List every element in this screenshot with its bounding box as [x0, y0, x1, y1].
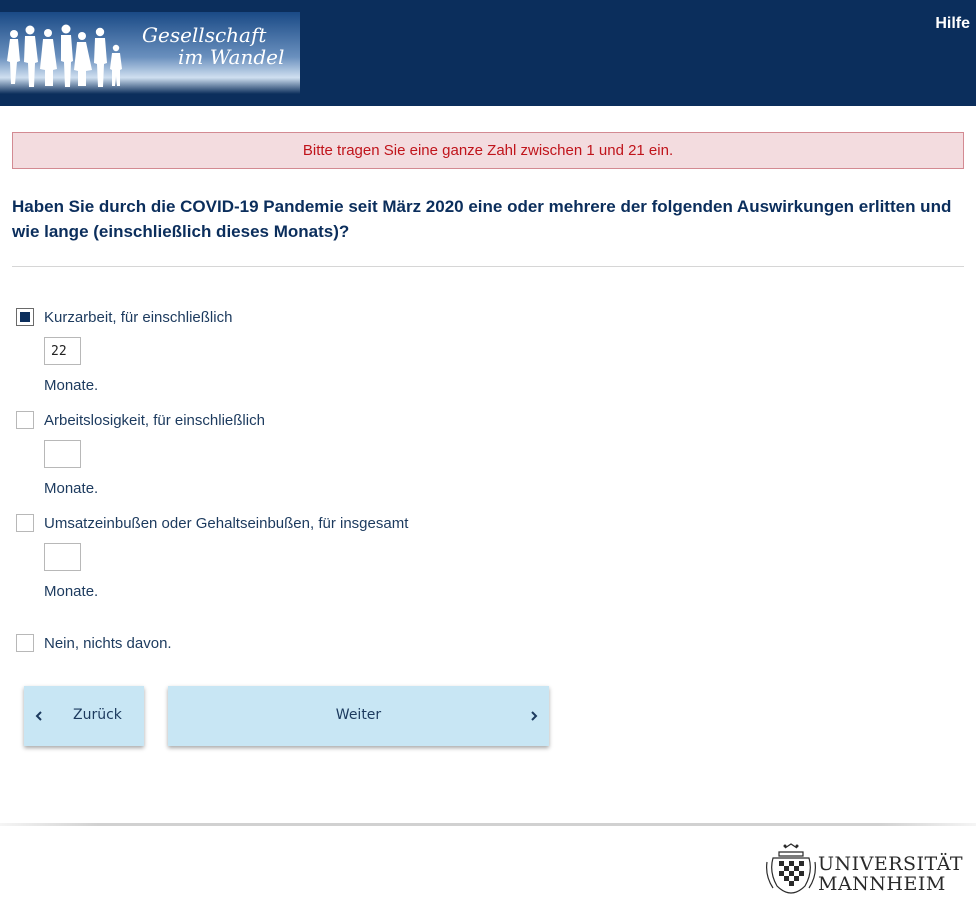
checkbox-kurzarbeit[interactable] — [16, 308, 34, 326]
help-link[interactable]: Hilfe — [935, 15, 970, 33]
chevron-right-icon — [531, 711, 538, 721]
chevron-left-icon — [35, 711, 42, 721]
gesellschaft-im-wandel-logo: Gesellschaft im Wandel — [0, 12, 300, 94]
option-label[interactable]: Umsatzeinbußen oder Gehaltseinbußen, für… — [44, 515, 408, 532]
people-silhouettes-icon — [7, 24, 122, 87]
months-input-arbeitslosigkeit[interactable] — [44, 440, 81, 468]
back-button[interactable]: Zurück — [24, 686, 144, 746]
logo-text-line1: Gesellschaft — [142, 23, 267, 47]
option-label[interactable]: Nein, nichts davon. — [44, 635, 172, 652]
universitaet-mannheim-logo: UNIVERSITÄT MANNHEIM — [765, 842, 965, 898]
checkbox-umsatzeinbussen[interactable] — [16, 514, 34, 532]
footer-divider — [0, 823, 976, 826]
unit-label: Monate. — [44, 377, 99, 394]
university-name: UNIVERSITÄT MANNHEIM — [818, 854, 963, 894]
validation-error: Bitte tragen Sie eine ganze Zahl zwische… — [12, 132, 964, 169]
months-input-kurzarbeit[interactable] — [44, 337, 81, 365]
option-label[interactable]: Kurzarbeit, für einschließlich — [44, 309, 232, 326]
university-crest-icon — [766, 843, 816, 894]
option-label[interactable]: Arbeitslosigkeit, für einschließlich — [44, 412, 265, 429]
checkbox-nichts-davon[interactable] — [16, 634, 34, 652]
divider — [12, 266, 964, 267]
unit-label: Monate. — [44, 583, 99, 600]
logo-text: Gesellschaft im Wandel — [142, 24, 284, 68]
site-header: Gesellschaft im Wandel Hilfe — [0, 0, 976, 106]
question-text: Haben Sie durch die COVID-19 Pandemie se… — [12, 197, 952, 241]
university-name-line2: MANNHEIM — [818, 873, 946, 895]
next-button[interactable]: Weiter — [168, 686, 549, 746]
unit-label: Monate. — [44, 480, 99, 497]
university-name-line1: UNIVERSITÄT — [818, 853, 964, 875]
next-button-label: Weiter — [335, 707, 382, 723]
logo-text-line2: im Wandel — [178, 45, 285, 69]
checkbox-arbeitslosigkeit[interactable] — [16, 411, 34, 429]
back-button-label: Zurück — [73, 707, 122, 723]
months-input-umsatzeinbussen[interactable] — [44, 543, 81, 571]
